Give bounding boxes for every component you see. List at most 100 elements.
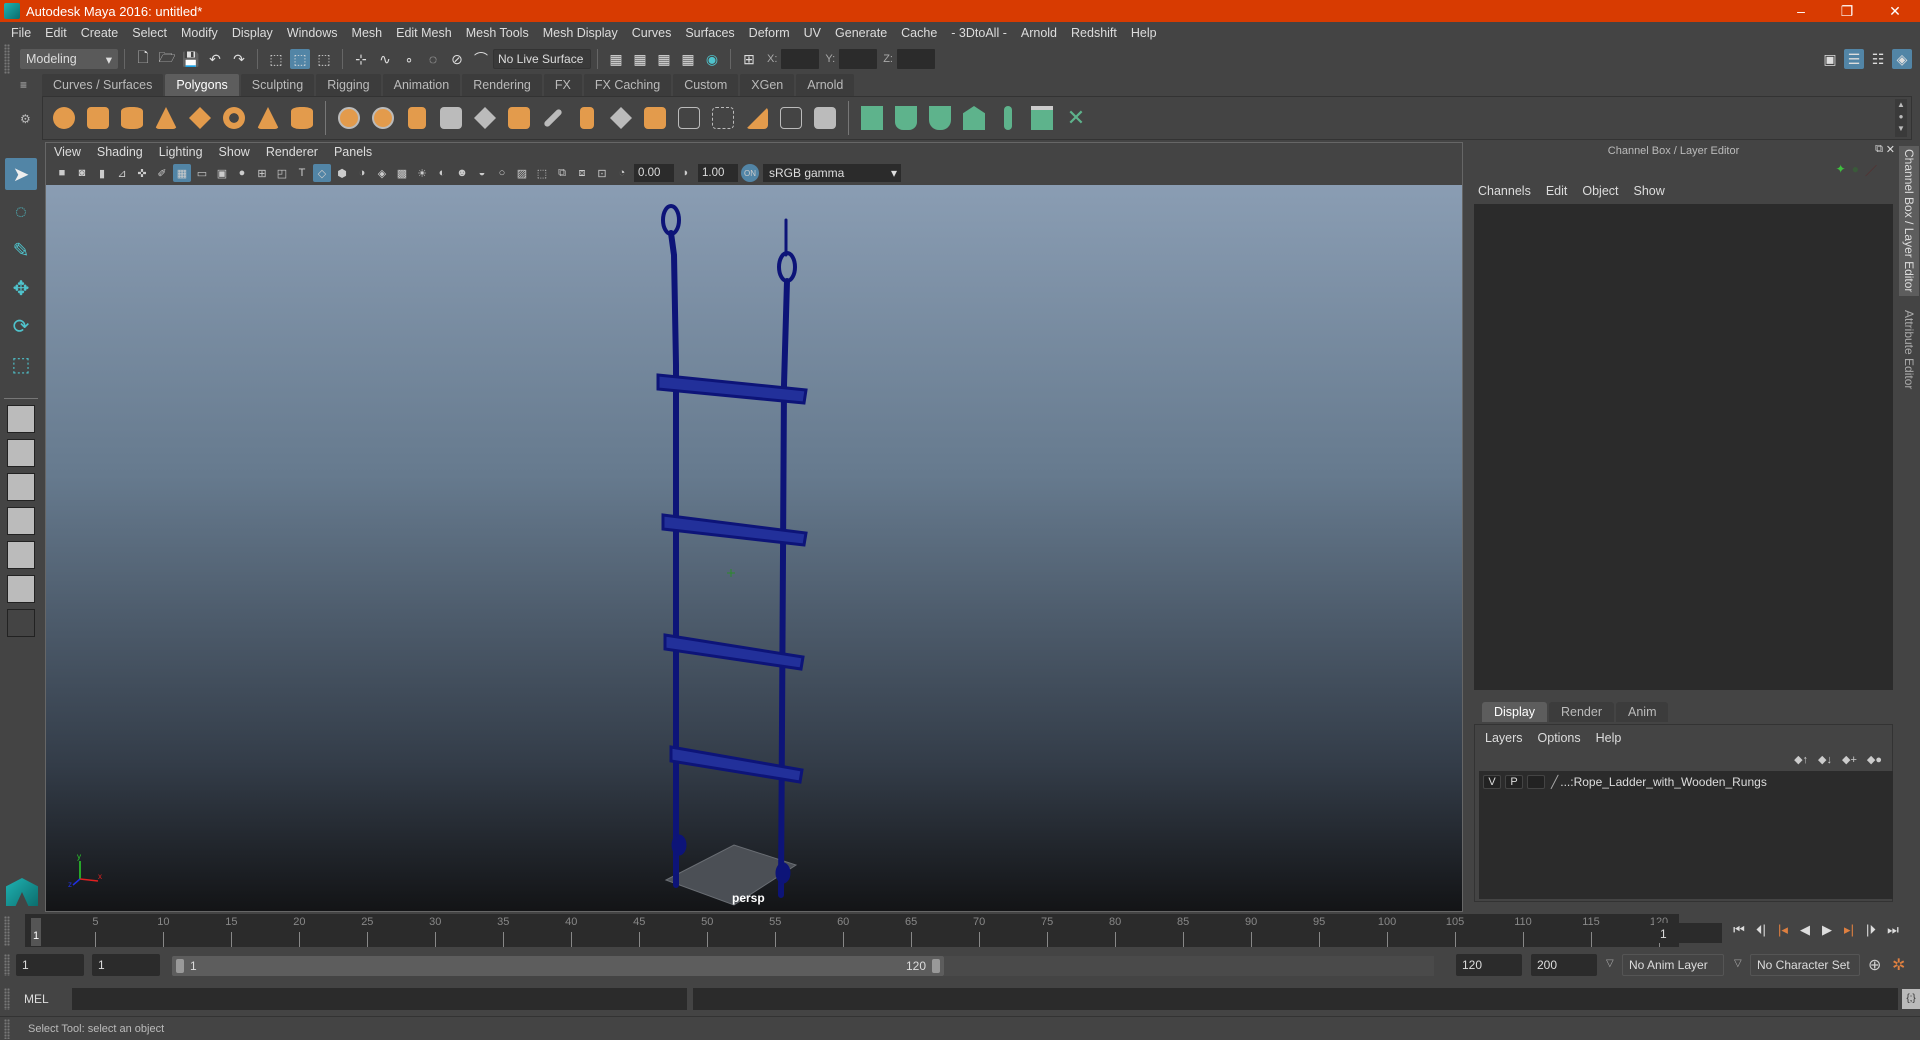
- current-frame-marker[interactable]: 1: [31, 918, 41, 946]
- shelf-tab-polygons[interactable]: Polygons: [165, 74, 239, 96]
- open-scene-icon[interactable]: 🗁: [157, 49, 177, 69]
- separate-icon[interactable]: [369, 104, 397, 132]
- step-back-frame-icon[interactable]: |◂: [1772, 922, 1794, 938]
- z-field[interactable]: [896, 49, 935, 69]
- camera-attributes-icon[interactable]: ◙: [73, 164, 91, 182]
- bridge-icon[interactable]: [505, 104, 533, 132]
- poly-torus-icon[interactable]: [220, 104, 248, 132]
- menu-generate[interactable]: Generate: [828, 26, 894, 40]
- gamma-field[interactable]: 1.00: [698, 164, 738, 182]
- render-current-frame-icon[interactable]: ▦: [630, 49, 650, 69]
- lasso-tool-icon[interactable]: ◌: [5, 196, 37, 228]
- xray-components-icon[interactable]: ⊡: [593, 164, 611, 182]
- minimize-button[interactable]: –: [1778, 0, 1824, 22]
- motion-blur-icon[interactable]: ◒: [473, 164, 491, 182]
- menu-mesh-tools[interactable]: Mesh Tools: [459, 26, 536, 40]
- speed-icon[interactable]: ●: [1852, 162, 1859, 179]
- select-object-icon[interactable]: ⬚: [290, 49, 310, 69]
- extrude-icon[interactable]: [471, 104, 499, 132]
- poly-cylinder-icon[interactable]: [118, 104, 146, 132]
- layer-menu-options[interactable]: Options: [1538, 731, 1581, 745]
- y-field[interactable]: [839, 49, 878, 69]
- wireframe-on-shaded-icon[interactable]: ◈: [373, 164, 391, 182]
- time-slider-bar[interactable]: 1 5 10 15 20 25 30 35 40 45 50 55 60 65 70 75 80 85 90 95 1…: [25, 914, 1679, 947]
- ipr-render-icon[interactable]: ▦: [654, 49, 674, 69]
- range-start-handle[interactable]: [176, 959, 184, 973]
- exposure-field[interactable]: 0.00: [634, 164, 674, 182]
- close-panel-icon[interactable]: ✕: [1886, 143, 1895, 156]
- new-scene-icon[interactable]: 🗋: [133, 49, 153, 69]
- menu-set-dropdown[interactable]: Modeling ▾: [20, 49, 118, 69]
- smooth-shade-icon[interactable]: ⬢: [333, 164, 351, 182]
- hypershade-persp-layout-icon[interactable]: [7, 541, 35, 569]
- make-live-icon[interactable]: ⊘: [447, 49, 467, 69]
- custom-layout-icon[interactable]: [7, 609, 35, 637]
- grip-handle[interactable]: [4, 1018, 10, 1039]
- play-backward-icon[interactable]: ◀: [1794, 922, 1816, 938]
- menu-windows[interactable]: Windows: [280, 26, 345, 40]
- xray-icon[interactable]: ⧉: [553, 164, 571, 182]
- grip-handle[interactable]: [4, 954, 10, 976]
- film-gate-icon[interactable]: ▭: [193, 164, 211, 182]
- image-plane-icon[interactable]: ⊿: [113, 164, 131, 182]
- xray-joints-icon[interactable]: ⧈: [573, 164, 591, 182]
- playback-end-field[interactable]: 120: [1456, 954, 1522, 976]
- animation-preferences-icon[interactable]: ✲: [1892, 955, 1905, 975]
- shelf-tab-curves-surfaces[interactable]: Curves / Surfaces: [42, 74, 164, 96]
- channel-box-toggle-icon[interactable]: ◈: [1892, 49, 1912, 69]
- shelf-tab-rigging[interactable]: Rigging: [316, 74, 381, 96]
- uv-editor-icon[interactable]: [1028, 104, 1056, 132]
- go-to-end-icon[interactable]: ⏭: [1882, 922, 1904, 938]
- menu-modify[interactable]: Modify: [174, 26, 225, 40]
- automatic-map-icon[interactable]: [960, 104, 988, 132]
- paint-select-tool-icon[interactable]: ✎: [5, 234, 37, 266]
- select-tool-icon[interactable]: ➤: [5, 158, 37, 190]
- shelf-menu-icon[interactable]: ≡: [20, 78, 36, 92]
- shelf-tab-custom[interactable]: Custom: [673, 74, 739, 96]
- persp-graph-layout-icon[interactable]: [7, 507, 35, 535]
- safe-title-icon[interactable]: T: [293, 164, 311, 182]
- poly-sphere-icon[interactable]: [50, 104, 78, 132]
- cylindrical-map-icon[interactable]: [892, 104, 920, 132]
- range-end-handle[interactable]: [932, 959, 940, 973]
- auto-key-icon[interactable]: ⊕: [1868, 955, 1881, 975]
- undo-icon[interactable]: ↶: [205, 49, 225, 69]
- menu-edit-mesh[interactable]: Edit Mesh: [389, 26, 459, 40]
- grip-handle[interactable]: [4, 916, 10, 946]
- live-surface-field[interactable]: No Live Surface: [493, 49, 591, 69]
- close-button[interactable]: ✕: [1872, 0, 1918, 22]
- play-forward-icon[interactable]: ▶: [1816, 922, 1838, 938]
- character-set-dropdown[interactable]: No Character Set: [1750, 954, 1860, 976]
- attribute-editor-toggle-icon[interactable]: ☰: [1844, 49, 1864, 69]
- new-layer-selected-icon[interactable]: ◆●: [1867, 753, 1882, 766]
- manipulator-icon[interactable]: ✦: [1836, 162, 1846, 179]
- snap-curve-icon[interactable]: ∿: [375, 49, 395, 69]
- shelf-gear-icon[interactable]: ⚙: [20, 112, 36, 126]
- animation-end-field[interactable]: 200: [1531, 954, 1597, 976]
- rope-ladder-model[interactable]: [46, 185, 1462, 911]
- poly-cone-icon[interactable]: [152, 104, 180, 132]
- select-hierarchy-icon[interactable]: ⬚: [266, 49, 286, 69]
- hyperbolic-icon[interactable]: ／: [1865, 162, 1877, 179]
- menu-deform[interactable]: Deform: [742, 26, 797, 40]
- x-field[interactable]: [781, 49, 820, 69]
- current-frame-field[interactable]: 1: [1654, 923, 1722, 943]
- shelf-tab-animation[interactable]: Animation: [382, 74, 461, 96]
- move-layer-up-icon[interactable]: ◆↑: [1794, 753, 1808, 766]
- quad-draw-icon[interactable]: [607, 104, 635, 132]
- grip-handle[interactable]: [4, 44, 10, 74]
- layer-name[interactable]: ...:Rope_Ladder_with_Wooden_Rungs: [1560, 775, 1767, 789]
- layer-color-swatch[interactable]: ╱: [1551, 775, 1558, 789]
- 2d-pan-zoom-icon[interactable]: ✜: [133, 164, 151, 182]
- depth-of-field-icon[interactable]: ▨: [513, 164, 531, 182]
- resolution-gate-icon[interactable]: ▣: [213, 164, 231, 182]
- scale-tool-icon[interactable]: ⬚: [5, 348, 37, 380]
- textured-icon[interactable]: ▩: [393, 164, 411, 182]
- layer-menu-layers[interactable]: Layers: [1485, 731, 1523, 745]
- channel-box-menu-channels[interactable]: Channels: [1478, 184, 1531, 198]
- snap-grid-icon[interactable]: ⊹: [351, 49, 371, 69]
- go-to-start-icon[interactable]: ⏮: [1728, 922, 1750, 938]
- outliner-persp-layout-icon[interactable]: [7, 473, 35, 501]
- step-forward-key-icon[interactable]: |⏵: [1860, 922, 1882, 938]
- layer-row[interactable]: V P ╱ ...:Rope_Ladder_with_Wooden_Rungs: [1479, 771, 1893, 793]
